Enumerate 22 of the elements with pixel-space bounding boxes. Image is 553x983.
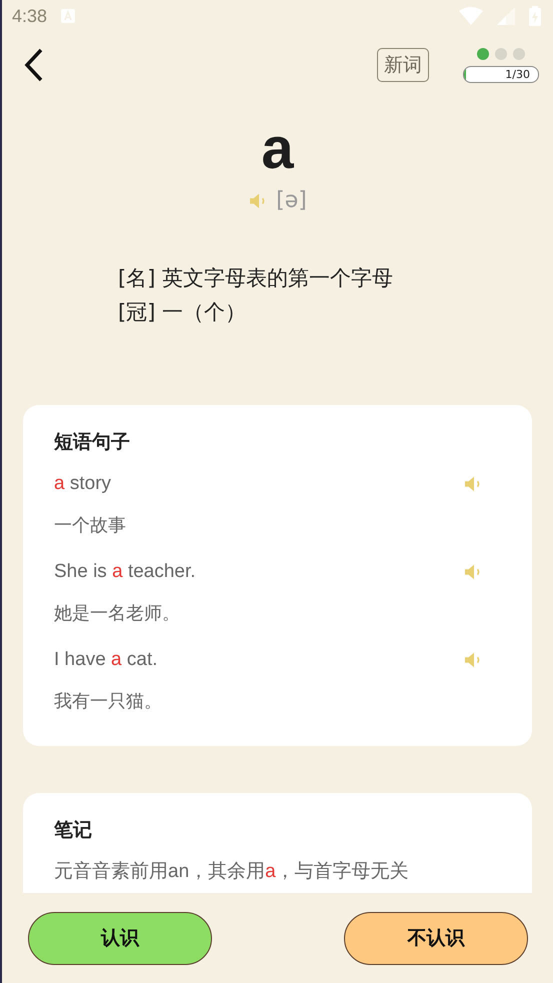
wifi-icon (459, 7, 483, 25)
definition: [冠] 一（个） (118, 299, 248, 326)
section-title: 短语句子 (54, 430, 131, 455)
progress-bar: 1/30 (463, 66, 539, 82)
note-text: 元音音素前用an，其余用a，与首字母无关 (54, 860, 410, 884)
translation: 她是一名老师。 (54, 602, 181, 626)
phonetic: [ə] (276, 188, 307, 213)
section-title: 笔记 (54, 818, 93, 843)
headword: a (260, 115, 295, 183)
example-sentence: a story (54, 472, 112, 496)
definition: [名] 英文字母表的第一个字母 (118, 265, 394, 292)
know-button[interactable]: 认识 (28, 912, 212, 964)
translation: 一个故事 (54, 514, 127, 538)
new-word-tag: 新词 (377, 48, 429, 82)
status-time: 4:38 (12, 6, 48, 26)
translation: 我有一只猫。 (54, 690, 163, 714)
keyboard-icon (61, 9, 76, 23)
example-sentence: She is a teacher. (54, 560, 196, 584)
signal-icon (497, 7, 515, 25)
example-sentence: I have a cat. (54, 648, 158, 672)
unknown-button[interactable]: 不认识 (344, 912, 528, 964)
battery-icon (529, 6, 541, 26)
